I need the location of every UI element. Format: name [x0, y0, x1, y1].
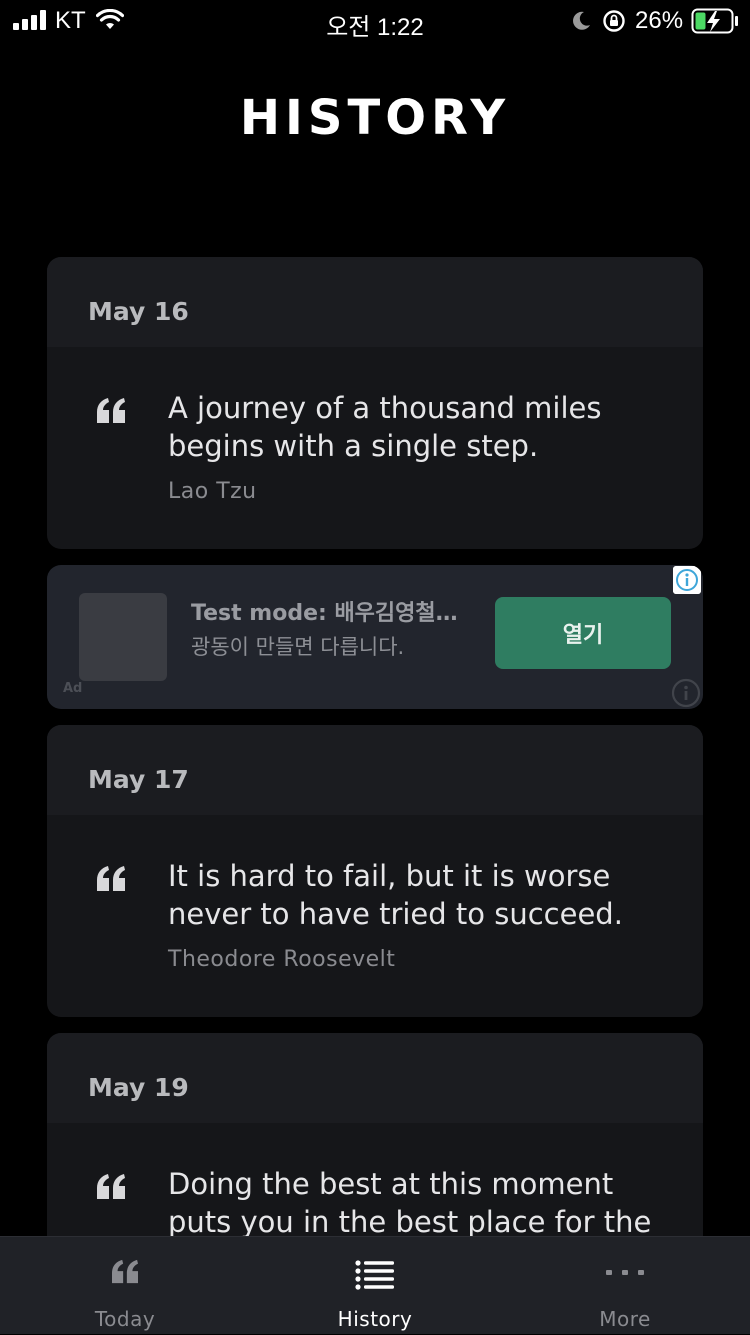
quote-mark-icon [97, 398, 125, 423]
quote-mark-icon [97, 866, 125, 891]
history-scroll-view[interactable]: HISTORY May 16 A journey of a thousand m… [0, 0, 750, 1236]
more-icon [606, 1270, 644, 1275]
ad-title[interactable]: Test mode: 배우김영철… [191, 595, 458, 627]
tab-label: More [599, 1307, 651, 1331]
tab-more[interactable]: More [500, 1237, 750, 1335]
card-date: May 19 [47, 1033, 703, 1123]
quote-author: Lao Tzu [168, 479, 257, 504]
quote-text: A journey of a thousand miles begins wit… [168, 391, 602, 463]
history-card[interactable]: May 19 Doing the best at this moment put… [47, 1033, 703, 1236]
tab-history[interactable]: History [250, 1237, 500, 1335]
history-card[interactable]: May 17 It is hard to fail, but it is wor… [47, 725, 703, 1017]
quote-body: Doing the best at this moment puts you i… [47, 1123, 703, 1236]
ad-choices-info-icon[interactable] [673, 566, 701, 594]
ad-thumbnail[interactable] [79, 593, 167, 681]
list-icon [355, 1260, 394, 1290]
page-title: HISTORY [239, 90, 511, 146]
ad-label: Ad [63, 681, 83, 696]
tab-label: Today [94, 1307, 156, 1331]
tab-bar: Today History More [0, 1236, 750, 1334]
quote-body: A journey of a thousand miles begins wit… [47, 347, 703, 542]
ad-banner[interactable]: Test mode: 배우김영철… 광동이 만들면 다릅니다. 열기 Ad [47, 565, 703, 709]
card-date: May 17 [47, 725, 703, 815]
ad-info-icon[interactable] [671, 678, 701, 708]
tab-today[interactable]: Today [0, 1237, 250, 1335]
quote-icon [112, 1259, 138, 1284]
card-date: May 16 [47, 257, 703, 347]
quote-mark-icon [97, 1174, 125, 1199]
quote-body: It is hard to fail, but it is worse neve… [47, 815, 703, 1010]
ad-open-button[interactable]: 열기 [495, 597, 671, 669]
ad-description[interactable]: 광동이 만들면 다릅니다. [191, 631, 404, 661]
history-card[interactable]: May 16 A journey of a thousand miles beg… [47, 257, 703, 549]
tab-label: History [337, 1307, 413, 1331]
quote-author: Theodore Roosevelt [168, 947, 396, 972]
quote-text: It is hard to fail, but it is worse neve… [168, 859, 623, 931]
quote-text: Doing the best at this moment puts you i… [168, 1167, 652, 1236]
